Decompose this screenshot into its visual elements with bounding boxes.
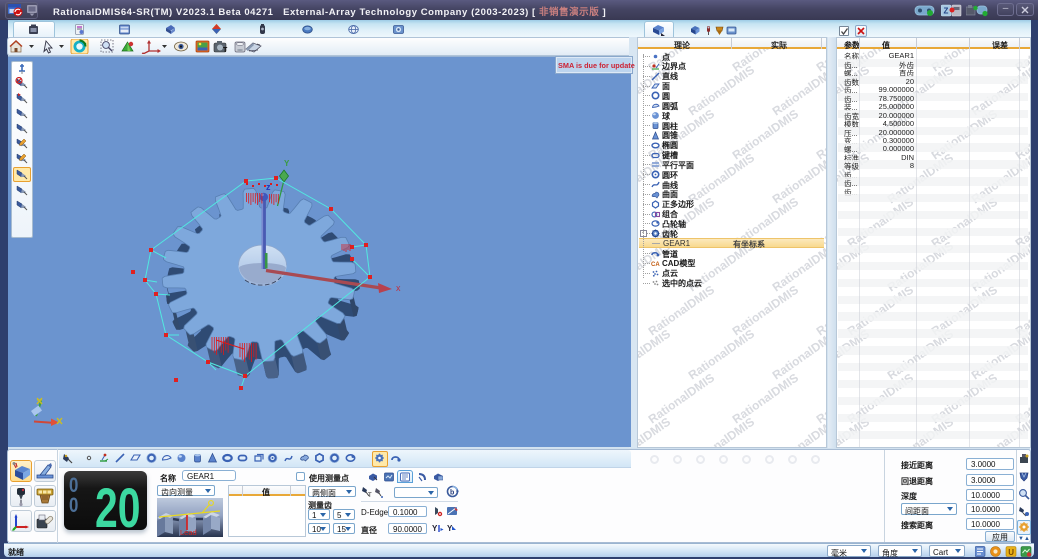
svg-text:RationalDMIS: RationalDMIS (646, 371, 717, 427)
svg-text:RationalDMIS: RationalDMIS (730, 107, 801, 163)
svg-text:RationalDMIS: RationalDMIS (814, 371, 827, 427)
svg-text:T: T (368, 493, 372, 498)
svg-text:Y: Y (432, 524, 438, 533)
svg-text:RationalDMIS: RationalDMIS (686, 63, 757, 119)
svg-text:x: x (396, 283, 401, 293)
svg-text:RationalDMIS: RationalDMIS (686, 327, 757, 383)
svg-text:Y: Y (284, 159, 290, 168)
svg-text:RationalDMIS: RationalDMIS (638, 327, 673, 383)
svg-text:Lead: Lead (180, 528, 197, 537)
svg-text:CAD: CAD (651, 262, 660, 268)
svg-text:RationalDMIS: RationalDMIS (929, 195, 1000, 251)
svg-text:RationalDMIS: RationalDMIS (646, 283, 717, 339)
svg-text:RationalDMIS: RationalDMIS (845, 195, 916, 251)
svg-text:RationalDMIS: RationalDMIS (814, 283, 827, 339)
svg-text:T: T (223, 47, 228, 54)
svg-text:RationalDMIS: RationalDMIS (686, 415, 757, 448)
svg-text:RationalDMIS: RationalDMIS (814, 107, 827, 163)
svg-text:RationalDMIS: RationalDMIS (686, 151, 757, 207)
svg-text:Z: Z (944, 7, 949, 16)
svg-text:RationalDMIS: RationalDMIS (730, 283, 801, 339)
svg-text:RationalDMIS: RationalDMIS (730, 371, 801, 427)
svg-text:U: U (1008, 548, 1014, 557)
svg-text:b: b (450, 490, 454, 497)
